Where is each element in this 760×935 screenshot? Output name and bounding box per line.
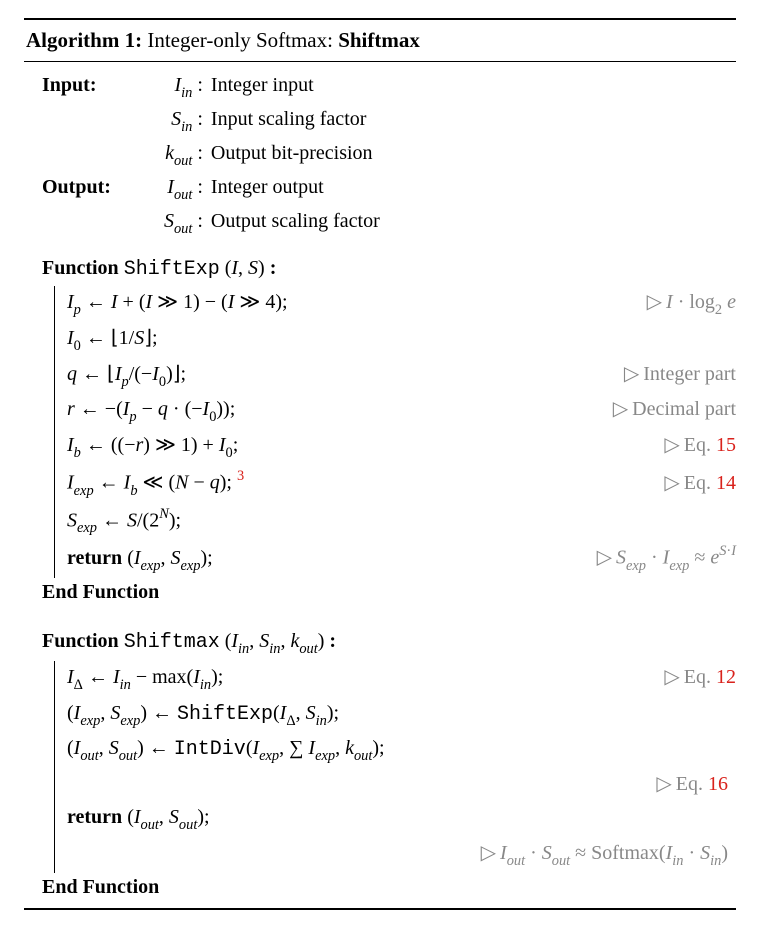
rule-bottom [24,908,736,910]
stmt-line: Sexp ← S/(2N); [67,503,736,541]
output-label: Output: [42,172,123,206]
rule-mid [24,61,736,62]
end-function: End Function [42,578,736,617]
function-keyword: Function [42,630,119,652]
stmt-line: Iexp ← Ib ≪ (N − q); 3 ▷ Eq. 14 [67,465,736,503]
stmt-line: r ← −(Ip − q · (−I0)); ▷ Decimal part [67,393,736,429]
function-name: Shiftmax [124,631,220,654]
alg-bold: Shiftmax [338,28,420,52]
function-keyword: Function [42,257,119,279]
end-function: End Function [42,873,736,904]
comment: ▷ Integer part [616,360,736,389]
io-row: Input: Iin : Integer input [42,70,380,104]
stmt-line: (Iout, Sout) ← IntDiv(Iexp, ∑ Iexp, kout… [67,732,736,768]
io-var: Iout : [123,172,207,206]
comment: ▷ Eq. 12 [656,663,736,692]
stmt-line: Ib ← ((−r) ≫ 1) + I0; ▷ Eq. 15 [67,429,736,465]
io-row: Sout : Output scaling factor [42,206,380,240]
io-desc: Output scaling factor [207,206,380,240]
eq-ref: 15 [716,434,736,456]
comment: ▷ Eq. 16 [67,768,736,801]
io-row: Sin : Input scaling factor [42,104,380,138]
comment: ▷ I · log2 e [639,288,736,320]
input-label: Input: [42,70,123,104]
stmt-line: (Iexp, Sexp) ← ShiftExp(IΔ, Sin); [67,697,736,733]
footnote-ref: 3 [237,468,244,484]
eq-ref: 12 [716,666,736,688]
comment: ▷ Eq. 15 [656,431,736,460]
io-var: Iin : [123,70,207,104]
comment: ▷ Eq. 14 [656,469,736,498]
sig-colon: : [270,257,277,279]
function-shiftmax: Function Shiftmax (Iin, Sin, kout) : [42,627,736,659]
comment: ▷ Decimal part [605,395,736,424]
io-desc: Input scaling factor [207,104,380,138]
comment: ▷ Sexp · Iexp ≈ eS·I [589,542,736,576]
stmt-line: return (Iexp, Sexp); ▷ Sexp · Iexp ≈ eS·… [67,540,736,578]
io-var: kout : [123,138,207,172]
stmt-line: Ip ← I + (I ≫ 1) − (I ≫ 4); ▷ I · log2 e [67,286,736,322]
io-var: Sin : [123,104,207,138]
io-row: Output: Iout : Integer output [42,172,380,206]
function-body: Ip ← I + (I ≫ 1) − (I ≫ 4); ▷ I · log2 e… [54,286,736,578]
alg-number: Algorithm 1: [26,28,142,52]
stmt-line: return (Iout, Sout); [67,801,736,837]
function-shiftexp: Function ShiftExp (I, S) : [42,254,736,284]
sig-colon: : [329,630,336,652]
stmt-line: I0 ← ⌊1/S⌋; [67,322,736,358]
eq-ref: 16 [708,773,728,795]
io-desc: Integer input [207,70,380,104]
function-body: IΔ ← Iin − max(Iin); ▷ Eq. 12 (Iexp, Sex… [54,661,736,873]
io-desc: Integer output [207,172,380,206]
io-row: kout : Output bit-precision [42,138,380,172]
io-var: Sout : [123,206,207,240]
rule-top [24,18,736,20]
io-block: Input: Iin : Integer input Sin : Input s… [42,70,380,239]
io-desc: Output bit-precision [207,138,380,172]
eq-ref: 14 [716,472,736,494]
alg-name: Integer-only Softmax: [147,28,333,52]
algorithm-title: Algorithm 1: Integer-only Softmax: Shift… [24,22,736,58]
comment: ▷ Iout · Sout ≈ Softmax(Iin · Sin) [67,837,736,873]
stmt-line: IΔ ← Iin − max(Iin); ▷ Eq. 12 [67,661,736,697]
stmt-line: q ← ⌊Ip/(−I0)⌋; ▷ Integer part [67,358,736,394]
function-name: ShiftExp [124,258,220,281]
